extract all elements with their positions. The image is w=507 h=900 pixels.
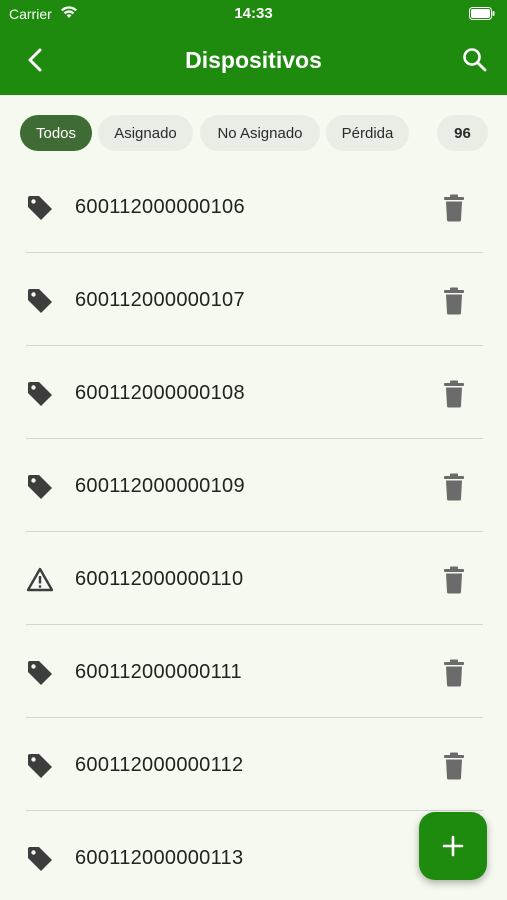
search-icon[interactable] <box>461 46 489 74</box>
status-bar: Carrier 14:33 <box>0 0 507 28</box>
chip-label: Asignado <box>114 124 177 142</box>
chip-todos[interactable]: Todos <box>20 115 92 151</box>
tag-icon <box>28 847 52 871</box>
tag-icon <box>28 289 52 313</box>
delete-icon[interactable] <box>441 380 467 408</box>
chip-no-asignado[interactable]: No Asignado <box>200 115 320 151</box>
device-row[interactable]: 600112000000108 <box>0 346 507 439</box>
device-code: 600112000000111 <box>75 661 242 683</box>
device-code: 600112000000110 <box>75 568 244 590</box>
warning-icon <box>26 567 54 592</box>
delete-icon[interactable] <box>441 473 467 501</box>
device-code: 600112000000108 <box>75 382 245 404</box>
status-time: 14:33 <box>234 5 273 22</box>
tag-icon <box>28 382 52 406</box>
delete-icon[interactable] <box>441 752 467 780</box>
device-count-badge: 96 <box>437 115 488 151</box>
tag-icon <box>28 754 52 778</box>
filter-chips: Todos Asignado No Asignado Pérdida 96 <box>0 113 507 153</box>
app-bar: Dispositivos <box>0 28 507 95</box>
device-code: 600112000000112 <box>75 754 244 776</box>
chip-asignado[interactable]: Asignado <box>98 115 193 151</box>
device-row[interactable]: 600112000000110 <box>0 532 507 625</box>
tag-icon <box>28 475 52 499</box>
device-code: 600112000000109 <box>75 475 245 497</box>
page-title: Dispositivos <box>185 47 322 73</box>
device-row[interactable]: 600112000000106 <box>0 160 507 253</box>
delete-icon[interactable] <box>441 659 467 687</box>
device-code: 600112000000107 <box>75 289 245 311</box>
chip-perdida[interactable]: Pérdida <box>326 115 409 151</box>
device-row[interactable]: 600112000000107 <box>0 253 507 346</box>
add-device-button[interactable] <box>419 812 487 880</box>
device-count: 96 <box>454 124 471 142</box>
device-code: 600112000000113 <box>75 847 244 869</box>
delete-icon[interactable] <box>441 566 467 594</box>
battery-icon <box>469 7 495 20</box>
delete-icon[interactable] <box>441 287 467 315</box>
device-row[interactable]: 600112000000111 <box>0 625 507 718</box>
delete-icon[interactable] <box>441 194 467 222</box>
device-row[interactable]: 600112000000112 <box>0 718 507 811</box>
device-row[interactable]: 600112000000109 <box>0 439 507 532</box>
tag-icon <box>28 196 52 220</box>
chip-label: Pérdida <box>341 124 394 142</box>
plus-icon <box>442 835 464 857</box>
chip-label: Todos <box>35 124 77 142</box>
device-code: 600112000000106 <box>75 196 245 218</box>
chip-label: No Asignado <box>217 124 303 142</box>
tag-icon <box>28 661 52 685</box>
